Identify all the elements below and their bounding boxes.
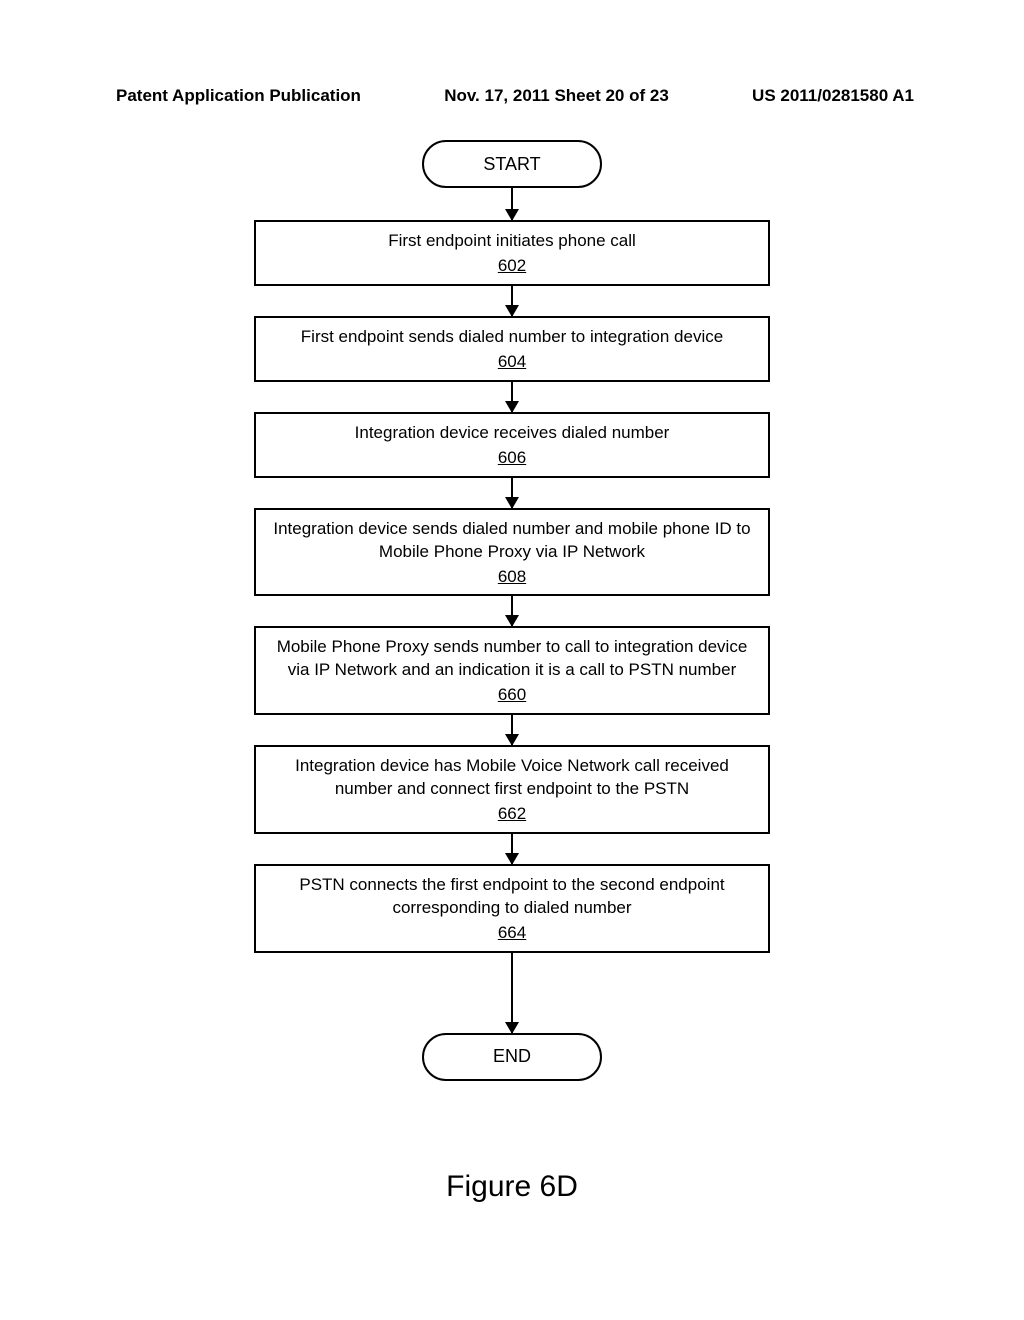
process-text: Integration device receives dialed numbe… [355, 422, 670, 445]
process-ref: 604 [498, 351, 526, 374]
process-664: PSTN connects the first endpoint to the … [254, 864, 770, 953]
process-604: First endpoint sends dialed number to in… [254, 316, 770, 382]
start-label: START [483, 154, 540, 175]
end-terminal: END [422, 1033, 602, 1081]
process-ref: 660 [498, 684, 526, 707]
header-center: Nov. 17, 2011 Sheet 20 of 23 [444, 86, 669, 106]
start-terminal: START [422, 140, 602, 188]
end-label: END [493, 1046, 531, 1067]
arrow [511, 953, 513, 1033]
header-left: Patent Application Publication [116, 86, 361, 106]
process-ref: 664 [498, 922, 526, 945]
arrow [511, 715, 513, 745]
arrow [511, 382, 513, 412]
arrow [511, 596, 513, 626]
arrow [511, 188, 513, 220]
arrow [511, 478, 513, 508]
arrow [511, 834, 513, 864]
figure-label: Figure 6D [0, 1170, 1024, 1204]
process-662: Integration device has Mobile Voice Netw… [254, 745, 770, 834]
page-header: Patent Application Publication Nov. 17, … [0, 0, 1024, 106]
process-660: Mobile Phone Proxy sends number to call … [254, 626, 770, 715]
process-ref: 608 [498, 566, 526, 589]
process-ref: 606 [498, 447, 526, 470]
arrow [511, 286, 513, 316]
flowchart: START First endpoint initiates phone cal… [0, 140, 1024, 1081]
process-text: Mobile Phone Proxy sends number to call … [268, 636, 756, 682]
process-606: Integration device receives dialed numbe… [254, 412, 770, 478]
process-602: First endpoint initiates phone call 602 [254, 220, 770, 286]
process-text: Integration device has Mobile Voice Netw… [268, 755, 756, 801]
header-right: US 2011/0281580 A1 [752, 86, 914, 106]
process-text: PSTN connects the first endpoint to the … [268, 874, 756, 920]
process-text: First endpoint initiates phone call [388, 230, 636, 253]
process-text: Integration device sends dialed number a… [268, 518, 756, 564]
process-ref: 662 [498, 803, 526, 826]
process-text: First endpoint sends dialed number to in… [301, 326, 723, 349]
process-608: Integration device sends dialed number a… [254, 508, 770, 597]
process-ref: 602 [498, 255, 526, 278]
